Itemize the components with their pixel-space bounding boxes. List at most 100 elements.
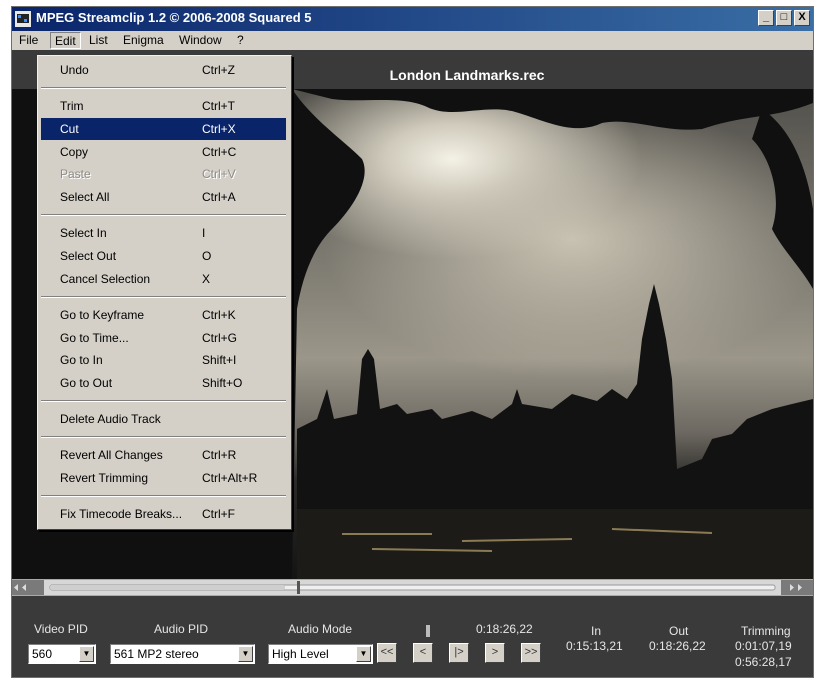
menu-item-shortcut: Ctrl+A [202, 190, 236, 205]
menu-item-label: Go to In [60, 353, 103, 368]
menu-item-label: Cut [60, 121, 79, 136]
controls-panel: Video PID 560 ▼ Audio PID 561 MP2 stereo… [12, 596, 813, 677]
menu-item-shortcut: Ctrl+G [202, 330, 238, 345]
step-forward-button[interactable]: > [485, 643, 505, 663]
menu-separator [41, 86, 286, 89]
menu-item-shortcut: I [202, 226, 206, 241]
menu-item-shortcut: Ctrl+Z [202, 63, 235, 77]
current-time: 0:18:26,22 [476, 622, 533, 636]
level-indicator-icon [426, 625, 430, 637]
menu-list[interactable]: List [85, 32, 112, 49]
audio-pid-select[interactable]: 561 MP2 stereo ▼ [110, 644, 255, 664]
video-pid-select[interactable]: 560 ▼ [28, 644, 96, 664]
timeline-track [12, 580, 813, 595]
menu-item-select-in[interactable]: Select In I [41, 222, 286, 244]
menu-separator [41, 295, 286, 298]
menu-item-label: Fix Timecode Breaks... [60, 507, 183, 521]
menu-item-fix-timecode-breaks[interactable]: Fix Timecode Breaks... Ctrl+F [41, 503, 286, 525]
menu-item-label: Delete Audio Track [60, 412, 161, 427]
menu-item-delete-audio-track[interactable]: Delete Audio Track [41, 408, 286, 430]
menu-item-label: Go to Out [60, 376, 113, 391]
step-back-button[interactable]: < [413, 643, 433, 663]
menu-item-select-out[interactable]: Select Out O [41, 245, 286, 267]
menu-item-shortcut: Shift+O [202, 376, 243, 391]
maximize-button[interactable]: □ [776, 10, 792, 26]
out-label: Out [669, 624, 689, 638]
menu-separator [41, 400, 286, 402]
menu-item-revert-all-changes[interactable]: Revert All Changes Ctrl+R [41, 444, 286, 466]
menu-item-shortcut: X [202, 271, 211, 286]
audio-pid-value: 561 MP2 stereo [114, 647, 199, 661]
audio-mode-value: High Level [272, 647, 329, 661]
in-time: 0:15:13,21 [566, 639, 623, 653]
trimming-total: 0:56:28,17 [735, 655, 792, 669]
menu-item-revert-trimming[interactable]: Revert Trimming Ctrl+Alt+R [41, 467, 286, 489]
menu-item-shortcut: Ctrl+X [202, 121, 236, 136]
chevron-down-icon: ▼ [238, 646, 253, 662]
menu-item-shortcut: Ctrl+Alt+R [202, 471, 258, 485]
menu-item-undo[interactable]: Undo Ctrl+Z [41, 59, 286, 81]
menu-item-label: Copy [60, 144, 89, 159]
menu-item-label: Go to Keyframe [60, 307, 145, 322]
menu-file[interactable]: File [15, 32, 42, 49]
title-bar[interactable]: MPEG Streamclip 1.2 © 2006-2008 Squared … [12, 7, 813, 31]
menu-edit[interactable]: Edit [50, 32, 81, 49]
menu-item-shortcut: Shift+I [202, 353, 237, 368]
audio-mode-select[interactable]: High Level ▼ [268, 644, 373, 664]
menu-item-shortcut: Ctrl+C [202, 144, 237, 159]
menu-item-go-to-in[interactable]: Go to In Shift+I [41, 349, 286, 371]
menu-help[interactable]: ? [233, 32, 248, 49]
menu-item-label: Undo [60, 63, 89, 77]
trimming-duration: 0:01:07,19 [735, 639, 792, 653]
timeline-scrubber[interactable] [12, 579, 813, 596]
menu-item-label: Revert Trimming [60, 471, 149, 485]
menu-item-copy[interactable]: Copy Ctrl+C [41, 141, 286, 163]
play-button[interactable]: |> [449, 643, 469, 663]
out-time: 0:18:26,22 [649, 639, 706, 653]
menu-item-go-to-time[interactable]: Go to Time... Ctrl+G [41, 327, 286, 349]
menu-enigma[interactable]: Enigma [119, 32, 168, 49]
menu-window[interactable]: Window [175, 32, 226, 49]
menu-item-label: Select All [60, 190, 110, 205]
menu-item-label: Select In [60, 226, 107, 241]
window-title: MPEG Streamclip 1.2 © 2006-2008 Squared … [36, 10, 312, 25]
menu-item-shortcut: Ctrl+V [202, 167, 236, 182]
menu-item-shortcut: Ctrl+K [202, 307, 236, 322]
minimize-button[interactable]: _ [758, 10, 774, 26]
playhead-handle[interactable] [297, 581, 300, 594]
menu-bar: File Edit List Enigma Window ? [12, 31, 813, 50]
menu-item-cut[interactable]: Cut Ctrl+X [41, 117, 286, 140]
menu-item-label: Paste [60, 167, 91, 182]
video-pid-label: Video PID [34, 622, 88, 636]
menu-item-label: Revert All Changes [60, 448, 163, 463]
app-icon [15, 11, 31, 27]
menu-item-paste: Paste Ctrl+V [41, 163, 286, 185]
menu-item-label: Go to Time... [60, 330, 129, 345]
menu-item-trim[interactable]: Trim Ctrl+T [41, 95, 286, 117]
menu-item-go-to-keyframe[interactable]: Go to Keyframe Ctrl+K [41, 304, 286, 326]
menu-item-cancel-selection[interactable]: Cancel Selection X [41, 268, 286, 290]
menu-item-select-all[interactable]: Select All Ctrl+A [41, 186, 286, 208]
menu-item-shortcut: Ctrl+R [202, 448, 237, 463]
edit-menu-dropdown: Undo Ctrl+Z Trim Ctrl+T Cut Ctrl+X Copy Ctrl+C P… [37, 55, 292, 530]
chevron-down-icon: ▼ [356, 646, 371, 662]
file-title: London Landmarks.rec [389, 67, 545, 83]
menu-item-shortcut: Ctrl+F [202, 507, 235, 521]
trimming-label: Trimming [741, 624, 791, 638]
chevron-down-icon: ▼ [79, 646, 94, 662]
video-pid-value: 560 [32, 647, 53, 661]
menu-item-go-to-out[interactable]: Go to Out Shift+O [41, 372, 286, 394]
menu-item-shortcut: Ctrl+T [202, 99, 235, 113]
fast-forward-button[interactable]: >> [521, 643, 541, 663]
menu-item-shortcut: O [202, 249, 212, 263]
audio-pid-label: Audio PID [154, 622, 209, 636]
rewind-button[interactable]: << [377, 643, 397, 663]
menu-separator [41, 436, 286, 438]
close-button[interactable]: X [794, 10, 810, 26]
menu-item-label: Select Out [60, 249, 117, 263]
menu-separator [41, 494, 286, 497]
menu-separator [41, 214, 286, 216]
in-label: In [591, 624, 602, 638]
menu-item-label: Trim [60, 99, 84, 113]
menu-item-label: Cancel Selection [60, 271, 151, 286]
